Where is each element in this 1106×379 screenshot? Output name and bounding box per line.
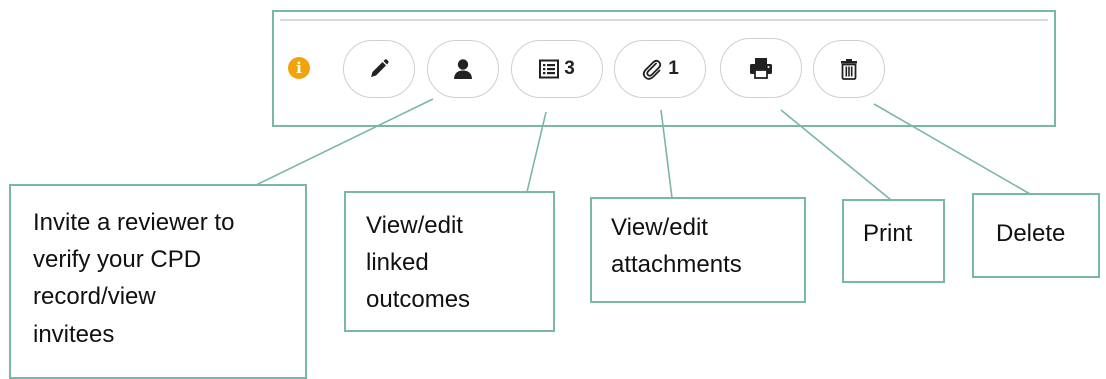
delete-button[interactable] bbox=[813, 40, 885, 98]
info-icon[interactable]: i bbox=[288, 57, 310, 79]
callout-linked-outcomes: View/edit linked outcomes bbox=[344, 191, 555, 332]
outcomes-count: 3 bbox=[564, 58, 575, 79]
printer-icon bbox=[750, 58, 772, 79]
list-icon bbox=[539, 59, 560, 79]
toolbar-divider bbox=[280, 19, 1048, 21]
invite-reviewer-button[interactable] bbox=[427, 40, 499, 98]
attachments-button[interactable]: 1 bbox=[614, 40, 706, 98]
user-icon bbox=[454, 59, 472, 79]
paperclip-icon bbox=[643, 59, 662, 80]
linked-outcomes-button[interactable]: 3 bbox=[511, 40, 603, 98]
pencil-icon bbox=[371, 59, 389, 77]
callout-invite-reviewer: Invite a reviewer to verify your CPD rec… bbox=[9, 184, 307, 379]
attachments-count: 1 bbox=[668, 58, 679, 79]
callout-attachments: View/edit attachments bbox=[590, 197, 806, 303]
callout-delete: Delete bbox=[972, 193, 1100, 278]
print-button[interactable] bbox=[720, 38, 802, 98]
trash-icon bbox=[841, 59, 857, 80]
callout-print: Print bbox=[842, 199, 945, 283]
edit-button[interactable] bbox=[343, 40, 415, 98]
